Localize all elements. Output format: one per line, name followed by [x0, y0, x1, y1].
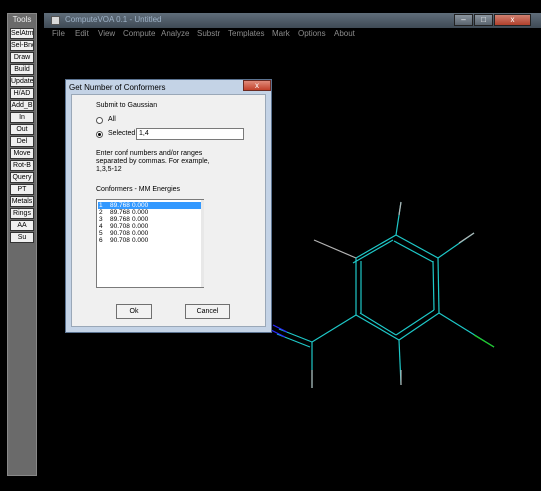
tool-selbnd-button[interactable]: Sel-Bnd: [10, 40, 34, 51]
menu-file[interactable]: File: [52, 29, 65, 38]
list-item[interactable]: 4 90.708 0.000: [98, 223, 202, 230]
tool-query-button[interactable]: Query: [10, 172, 34, 183]
menu-view[interactable]: View: [98, 29, 115, 38]
list-item[interactable]: 1 89.768 0.000: [98, 202, 202, 209]
window-title: ComputeVOA 0.1 - Untitled: [65, 15, 162, 24]
app-icon: [51, 16, 60, 25]
list-scrollbar[interactable]: [201, 200, 204, 287]
menu-about[interactable]: About: [334, 29, 355, 38]
dialog-body: Submit to Gaussian All Selected 1,4 Ente…: [71, 94, 266, 327]
tool-build-button[interactable]: Build: [10, 64, 34, 75]
radio-selected[interactable]: [96, 131, 103, 138]
tool-in-button[interactable]: In: [10, 112, 34, 123]
help-text-1: Enter conf numbers and/or ranges: [96, 150, 203, 157]
minimize-button[interactable]: –: [454, 14, 473, 26]
help-text-3: 1,3,5-12: [96, 166, 122, 173]
tools-title: Tools: [12, 15, 32, 24]
menu-analyze[interactable]: Analyze: [161, 29, 189, 38]
radio-all[interactable]: [96, 117, 103, 124]
tool-had-button[interactable]: H/AD: [10, 88, 34, 99]
menu-edit[interactable]: Edit: [75, 29, 89, 38]
tool-metals-button[interactable]: Metals: [10, 196, 34, 207]
tool-rings-button[interactable]: Rings: [10, 208, 34, 219]
tools-palette: Tools SelAtm Sel-Bnd Draw Build Update H…: [7, 13, 37, 476]
dialog-close-button[interactable]: x: [243, 80, 271, 91]
menu-options[interactable]: Options: [298, 29, 326, 38]
window-titlebar[interactable]: ComputeVOA 0.1 - Untitled – □ x: [44, 13, 541, 28]
menu-compute[interactable]: Compute: [123, 29, 155, 38]
cancel-button[interactable]: Cancel: [185, 304, 230, 319]
list-item[interactable]: 2 89.768 0.000: [98, 209, 202, 216]
selected-input[interactable]: 1,4: [136, 128, 244, 140]
substituent-bonds: [270, 201, 495, 388]
conformers-list[interactable]: 1 89.768 0.000 2 89.768 0.000 3 89.768 0.000 4…: [96, 199, 204, 288]
help-text-2: separated by commas. For example,: [96, 158, 210, 165]
tool-draw-button[interactable]: Draw: [10, 52, 34, 63]
list-item[interactable]: 3 89.768 0.000: [98, 216, 202, 223]
tool-aa-button[interactable]: AA: [10, 220, 34, 231]
dialog-title: Get Number of Conformers: [69, 83, 166, 92]
benzene-ring: [352, 234, 440, 341]
menu-templates[interactable]: Templates: [228, 29, 264, 38]
conformers-dialog: Get Number of Conformers x Submit to Gau…: [65, 79, 272, 333]
tool-addb-button[interactable]: Add_B: [10, 100, 34, 111]
maximize-button[interactable]: □: [474, 14, 493, 26]
tool-del-button[interactable]: Del: [10, 136, 34, 147]
menu-mark[interactable]: Mark: [272, 29, 290, 38]
radio-selected-label: Selected: [108, 130, 136, 137]
menu-substr[interactable]: Substr: [197, 29, 220, 38]
list-item[interactable]: 6 90.708 0.000: [98, 237, 202, 244]
tool-su-button[interactable]: Su: [10, 232, 34, 243]
tool-selatm-button[interactable]: SelAtm: [10, 28, 34, 39]
ok-button[interactable]: Ok: [116, 304, 152, 319]
list-item[interactable]: 5 90.708 0.000: [98, 230, 202, 237]
list-header: Conformers - MM Energies: [96, 186, 181, 193]
menu-bar: File Edit View Compute Analyze Substr Te…: [44, 28, 541, 40]
tool-rotb-button[interactable]: Rot-B: [10, 160, 34, 171]
tool-move-button[interactable]: Move: [10, 148, 34, 159]
close-window-button[interactable]: x: [494, 14, 531, 26]
tool-update-button[interactable]: Update: [10, 76, 34, 87]
submit-label: Submit to Gaussian: [96, 102, 158, 109]
radio-all-label: All: [108, 116, 116, 123]
tool-pt-button[interactable]: PT: [10, 184, 34, 195]
tool-out-button[interactable]: Out: [10, 124, 34, 135]
